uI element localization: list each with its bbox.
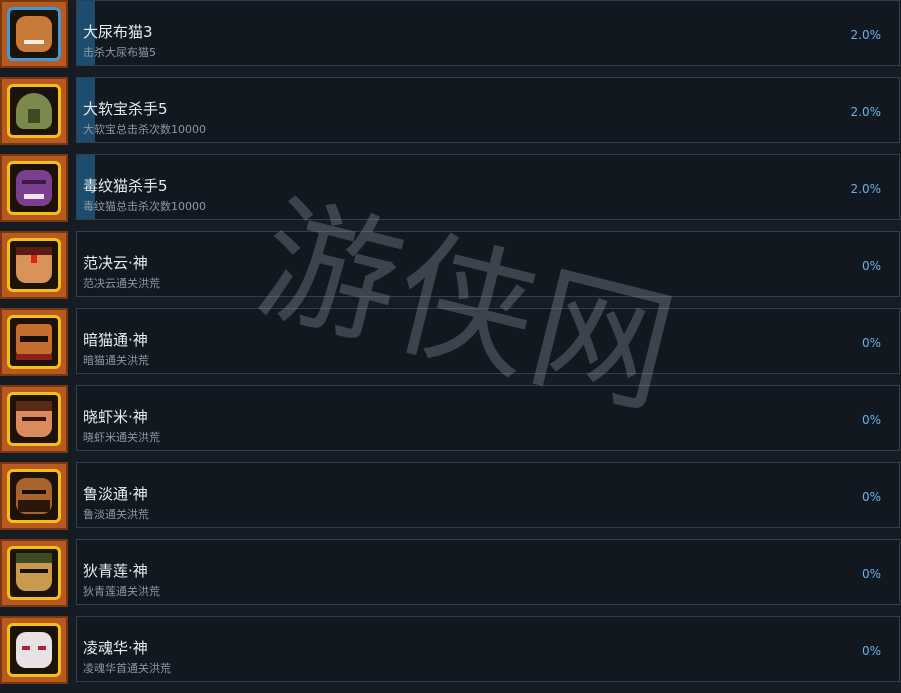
achievement-row[interactable]: 大尿布猫3 击杀大尿布猫5 2.0% xyxy=(0,0,901,77)
achievement-description: 毒纹猫总击杀次数10000 xyxy=(83,200,206,213)
achievement-title: 毒纹猫杀手5 xyxy=(83,177,168,195)
achievement-badge xyxy=(0,308,68,376)
achievement-description: 暗猫通关洪荒 xyxy=(83,354,149,367)
achievement-description: 击杀大尿布猫5 xyxy=(83,46,156,59)
achievement-row[interactable]: 鲁淡通·神 鲁淡通关洪荒 0% xyxy=(0,462,901,539)
achievement-percent: 2.0% xyxy=(850,28,882,42)
achievement-description: 狄青莲通关洪荒 xyxy=(83,585,160,598)
fan-jueyun-portrait-icon xyxy=(7,238,61,292)
xiao-xiami-portrait-icon xyxy=(7,392,61,446)
achievement-title: 凌魂华·神 xyxy=(83,639,148,657)
achievement-row[interactable]: 范决云·神 范决云通关洪荒 0% xyxy=(0,231,901,308)
achievement-row[interactable]: 狄青莲·神 狄青莲通关洪荒 0% xyxy=(0,539,901,616)
ling-hunhua-portrait-icon xyxy=(7,623,61,677)
diaper-cat-icon xyxy=(7,7,61,61)
achievement-panel: 凌魂华·神 凌魂华首通关洪荒 0% xyxy=(76,616,900,682)
lu-dan-portrait-icon xyxy=(7,469,61,523)
achievement-row[interactable]: 毒纹猫杀手5 毒纹猫总击杀次数10000 2.0% xyxy=(0,154,901,231)
achievement-percent: 2.0% xyxy=(850,182,882,196)
achievement-title: 范决云·神 xyxy=(83,254,148,272)
achievement-badge xyxy=(0,462,68,530)
achievement-badge xyxy=(0,77,68,145)
achievement-title: 狄青莲·神 xyxy=(83,562,148,580)
achievement-badge xyxy=(0,539,68,607)
achievement-description: 范决云通关洪荒 xyxy=(83,277,160,290)
achievement-percent: 0% xyxy=(861,644,881,658)
achievement-panel: 晓虾米·神 晓虾米通关洪荒 0% xyxy=(76,385,900,451)
achievement-badge xyxy=(0,154,68,222)
achievement-panel: 暗猫通·神 暗猫通关洪荒 0% xyxy=(76,308,900,374)
achievement-description: 大软宝总击杀次数10000 xyxy=(83,123,206,136)
achievement-percent: 0% xyxy=(861,490,881,504)
di-qinglian-portrait-icon xyxy=(7,546,61,600)
achievement-description: 凌魂华首通关洪荒 xyxy=(83,662,171,675)
achievement-percent: 0% xyxy=(861,336,881,350)
achievement-badge xyxy=(0,616,68,684)
achievement-title: 鲁淡通·神 xyxy=(83,485,148,503)
achievement-panel: 狄青莲·神 狄青莲通关洪荒 0% xyxy=(76,539,900,605)
achievement-percent: 2.0% xyxy=(850,105,882,119)
achievement-panel: 大尿布猫3 击杀大尿布猫5 2.0% xyxy=(76,0,900,66)
achievement-percent: 0% xyxy=(861,413,881,427)
achievement-row[interactable]: 晓虾米·神 晓虾米通关洪荒 0% xyxy=(0,385,901,462)
achievement-title: 晓虾米·神 xyxy=(83,408,148,426)
achievement-panel: 毒纹猫杀手5 毒纹猫总击杀次数10000 2.0% xyxy=(76,154,900,220)
achievement-description: 鲁淡通关洪荒 xyxy=(83,508,149,521)
achievement-panel: 大软宝杀手5 大软宝总击杀次数10000 2.0% xyxy=(76,77,900,143)
achievement-panel: 范决云·神 范决云通关洪荒 0% xyxy=(76,231,900,297)
achievement-percent: 0% xyxy=(861,259,881,273)
achievement-row[interactable]: 大软宝杀手5 大软宝总击杀次数10000 2.0% xyxy=(0,77,901,154)
achievement-title: 大软宝杀手5 xyxy=(83,100,168,118)
achievement-description: 晓虾米通关洪荒 xyxy=(83,431,160,444)
dark-cat-portrait-icon xyxy=(7,315,61,369)
achievement-row[interactable]: 暗猫通·神 暗猫通关洪荒 0% xyxy=(0,308,901,385)
achievement-title: 暗猫通·神 xyxy=(83,331,148,349)
achievement-title: 大尿布猫3 xyxy=(83,23,153,41)
achievement-row[interactable]: 凌魂华·神 凌魂华首通关洪荒 0% xyxy=(0,616,901,693)
achievement-badge xyxy=(0,0,68,68)
achievement-badge xyxy=(0,385,68,453)
achievement-panel: 鲁淡通·神 鲁淡通关洪荒 0% xyxy=(76,462,900,528)
achievement-percent: 0% xyxy=(861,567,881,581)
achievement-badge xyxy=(0,231,68,299)
slime-boss-icon xyxy=(7,84,61,138)
poison-cat-icon xyxy=(7,161,61,215)
achievement-list: 大尿布猫3 击杀大尿布猫5 2.0% 大软宝杀手5 大软宝总击杀次数10000 … xyxy=(0,0,901,684)
